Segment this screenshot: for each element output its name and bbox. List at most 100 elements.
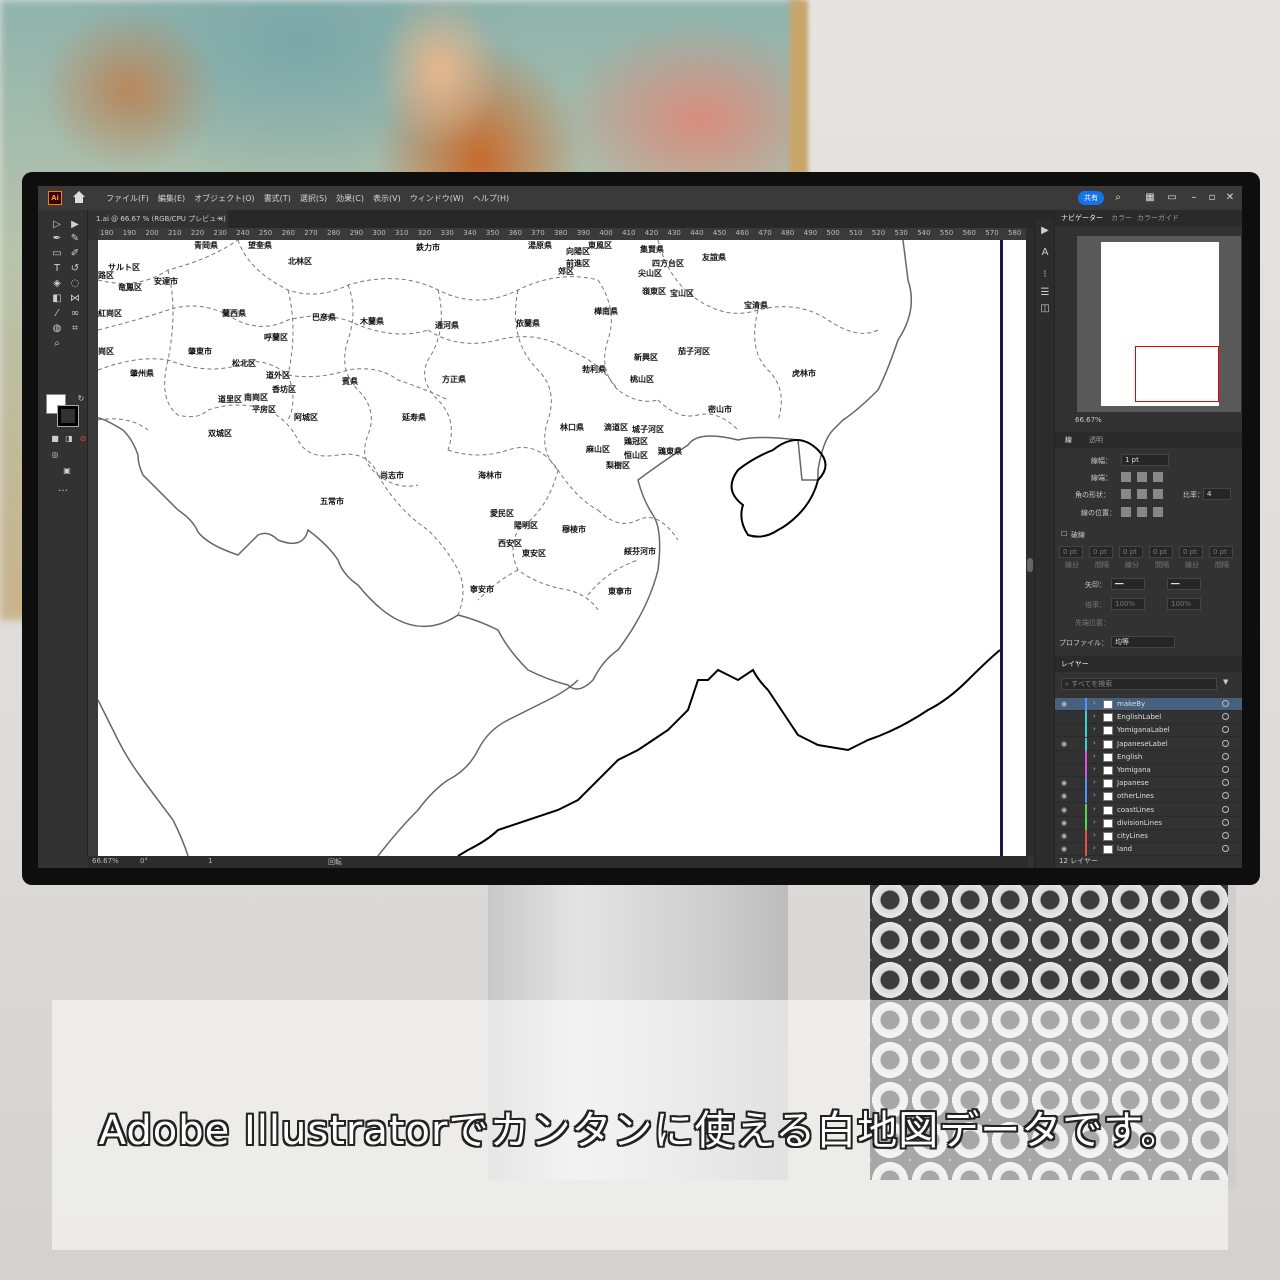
chevron-right-icon[interactable]: › <box>1093 739 1096 747</box>
pen-tool-icon[interactable]: ✒ <box>50 232 64 246</box>
tab-stroke[interactable]: 線 <box>1065 435 1072 445</box>
navigator-zoom[interactable]: 66.67% <box>1075 416 1102 424</box>
swap-colors-icon[interactable]: ↻ <box>74 392 88 406</box>
eye-icon[interactable]: ◉ <box>1061 700 1069 708</box>
chevron-right-icon[interactable]: › <box>1093 818 1096 826</box>
arrow-start-scale[interactable]: 100% <box>1111 598 1145 610</box>
chevron-right-icon[interactable]: › <box>1093 844 1096 852</box>
layer-target-icon[interactable] <box>1222 832 1229 839</box>
navigator-viewbox[interactable] <box>1135 346 1219 402</box>
dash-field[interactable]: 0 pt <box>1149 546 1173 558</box>
maximize-icon[interactable]: ▫ <box>1206 192 1218 204</box>
eye-icon[interactable]: ◉ <box>1061 740 1069 748</box>
layer-row[interactable]: › Yomigana <box>1055 764 1242 777</box>
layer-name[interactable]: EnglishLabel <box>1117 713 1161 721</box>
selection-tool-icon[interactable]: ▷ <box>50 218 64 232</box>
dash-field[interactable]: 0 pt <box>1119 546 1143 558</box>
layer-row[interactable]: ◉ › otherLines <box>1055 790 1242 804</box>
eyedropper-tool-icon[interactable]: ⁄ <box>50 307 64 321</box>
dash-field[interactable]: 0 pt <box>1089 546 1113 558</box>
rectangle-tool-icon[interactable]: ▭ <box>50 247 64 261</box>
dashed-checkbox[interactable]: ☐ <box>1061 530 1067 538</box>
stroke-weight-field[interactable]: 1 pt <box>1121 454 1169 466</box>
filter-icon[interactable]: ▼ <box>1223 678 1228 686</box>
eye-icon[interactable]: ◉ <box>1061 845 1069 853</box>
layers-search-input[interactable]: ⌕ すべてを検索 <box>1061 678 1217 690</box>
layer-row[interactable]: ◉ › makeBy <box>1055 698 1242 711</box>
share-button[interactable]: 共有 <box>1078 191 1104 205</box>
layer-name[interactable]: makeBy <box>1117 700 1145 708</box>
minimize-icon[interactable]: – <box>1188 192 1200 204</box>
more-tools-icon[interactable]: … <box>56 482 70 496</box>
dash-field[interactable]: 0 pt <box>1059 546 1083 558</box>
tab-layers[interactable]: レイヤー <box>1061 659 1089 669</box>
layer-target-icon[interactable] <box>1222 700 1229 707</box>
home-icon[interactable] <box>72 191 86 205</box>
align-inside-icon[interactable] <box>1137 507 1147 517</box>
eraser-tool-icon[interactable]: ◈ <box>50 277 64 291</box>
eye-icon[interactable]: ◉ <box>1061 819 1069 827</box>
shape-builder-tool-icon[interactable]: ◍ <box>50 322 64 336</box>
dash-field[interactable]: 0 pt <box>1179 546 1203 558</box>
chevron-right-icon[interactable]: › <box>1093 778 1096 786</box>
color-mode-icon[interactable]: ■ <box>48 432 62 446</box>
zoom-level[interactable]: 66.67% <box>92 857 119 865</box>
layer-name[interactable]: YomiganaLabel <box>1117 726 1170 734</box>
stroke-swatch[interactable] <box>57 405 79 427</box>
layer-name[interactable]: coastLines <box>1117 806 1154 814</box>
tab-close-icon[interactable]: × <box>217 210 224 228</box>
scroll-thumb[interactable] <box>1027 558 1033 572</box>
eye-icon[interactable]: ◉ <box>1061 832 1069 840</box>
arrow-start-select[interactable]: ━━ <box>1111 578 1145 590</box>
eye-icon[interactable] <box>1061 766 1069 774</box>
menu-file[interactable]: ファイル(F) <box>106 193 149 204</box>
menu-window[interactable]: ウィンドウ(W) <box>410 193 464 204</box>
layer-target-icon[interactable] <box>1222 805 1229 813</box>
screen-mode-icon[interactable]: ▣ <box>60 464 74 478</box>
chevron-right-icon[interactable]: › <box>1093 712 1096 720</box>
tab-navigator[interactable]: ナビゲーター <box>1061 213 1103 223</box>
layer-row[interactable]: ◉ › JapaneseLabel <box>1055 737 1242 751</box>
navigator-preview[interactable] <box>1077 236 1241 412</box>
layer-target-icon[interactable] <box>1222 779 1229 787</box>
rotate-tool-icon[interactable]: ↺ <box>68 262 82 276</box>
artboard-number[interactable]: 1 <box>208 857 212 865</box>
round-cap-icon[interactable] <box>1137 472 1147 482</box>
gradient-mode-icon[interactable]: ◨ <box>62 432 76 446</box>
rotation-value[interactable]: 0° <box>140 857 148 865</box>
chevron-right-icon[interactable]: › <box>1093 805 1096 813</box>
miter-field[interactable]: 4 <box>1203 488 1231 500</box>
play-icon[interactable]: ▶ <box>1038 224 1052 238</box>
arrow-end-select[interactable]: ━━ <box>1167 578 1201 590</box>
layer-row[interactable]: › YomiganaLabel <box>1055 724 1242 738</box>
workspace-icon[interactable]: ▦ <box>1144 192 1156 204</box>
tab-color[interactable]: カラー <box>1111 213 1132 223</box>
layer-row[interactable]: ◉ › Japanese <box>1055 777 1242 791</box>
arrow-end-scale[interactable]: 100% <box>1167 598 1201 610</box>
miter-join-icon[interactable] <box>1121 489 1131 499</box>
eye-icon[interactable] <box>1061 753 1069 761</box>
chevron-right-icon[interactable]: › <box>1093 791 1096 799</box>
dash-field[interactable]: 0 pt <box>1209 546 1233 558</box>
layer-target-icon[interactable] <box>1222 726 1229 734</box>
layer-target-icon[interactable] <box>1222 739 1229 747</box>
align-outside-icon[interactable] <box>1153 507 1163 517</box>
grid-icon[interactable]: ⁝ <box>1038 268 1052 282</box>
layer-target-icon[interactable] <box>1222 845 1229 853</box>
layer-name[interactable]: Japanese <box>1117 779 1149 787</box>
gradient-tool-icon[interactable]: ◧ <box>50 292 64 306</box>
chevron-right-icon[interactable]: › <box>1093 725 1096 733</box>
lasso-tool-icon[interactable]: ◌ <box>68 277 82 291</box>
draw-mode-icon[interactable]: ◎ <box>48 448 62 462</box>
close-icon[interactable]: ✕ <box>1224 192 1236 204</box>
layer-name[interactable]: otherLines <box>1117 792 1154 800</box>
arrange-icon[interactable]: ▭ <box>1166 192 1178 204</box>
eye-icon[interactable] <box>1061 713 1069 721</box>
eye-icon[interactable] <box>1061 726 1069 734</box>
document-tab[interactable]: 1.ai @ 66.67 % (RGB/CPU プレビュー) × <box>88 210 228 228</box>
direct-selection-tool-icon[interactable]: ▶ <box>68 218 82 232</box>
curvature-tool-icon[interactable]: ✎ <box>68 232 82 246</box>
layer-name[interactable]: English <box>1117 753 1142 761</box>
menu-effect[interactable]: 効果(C) <box>336 193 364 204</box>
menu-select[interactable]: 選択(S) <box>300 193 327 204</box>
